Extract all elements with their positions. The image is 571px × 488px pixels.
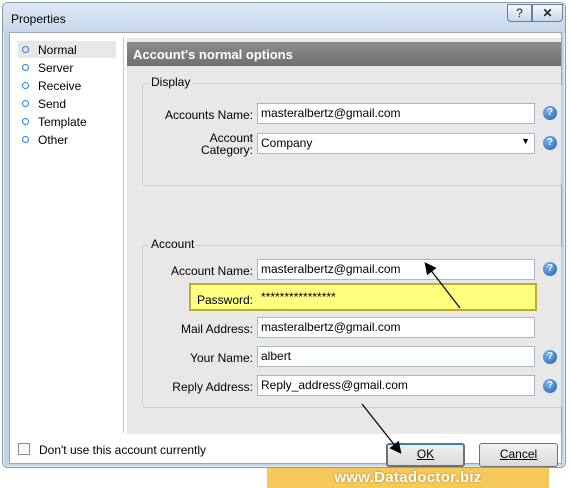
nav-list: Normal Server Receive Send Template Othe… [12, 37, 124, 433]
mail-address-label: Mail Address: [180, 322, 253, 336]
nav-item-template[interactable]: Template [18, 113, 116, 130]
nav-item-label: Receive [38, 78, 82, 93]
nav-item-label: Send [38, 96, 67, 111]
your-name-input[interactable]: albert [257, 346, 535, 367]
title-bar: Properties ? ✕ [3, 3, 565, 33]
chevron-down-icon: ▼ [521, 136, 530, 146]
bullet-icon [22, 46, 29, 53]
display-group-title: Display [149, 75, 193, 89]
account-name-input[interactable]: masteralbertz@gmail.com [257, 259, 535, 280]
help-icon[interactable]: ? [543, 350, 557, 364]
password-label: Password: [196, 293, 253, 307]
bullet-icon [22, 64, 29, 71]
ok-button-label: OK [416, 447, 435, 461]
close-button[interactable]: ✕ [532, 4, 563, 22]
account-name-label: Account Name: [170, 264, 253, 278]
mail-address-input[interactable]: masteralbertz@gmail.com [257, 317, 535, 338]
reply-address-label: Reply Address: [172, 380, 253, 394]
nav-item-label: Other [38, 132, 69, 147]
window-title: Properties [11, 12, 66, 26]
options-panel: Account's normal options Display Account… [127, 38, 562, 434]
cancel-button-label: Cancel [499, 447, 538, 461]
account-group-title: Account [149, 237, 197, 251]
bullet-icon [22, 100, 29, 107]
properties-window: Properties ? ✕ Normal Server Receive Sen… [2, 2, 566, 468]
help-icon[interactable]: ? [543, 262, 557, 276]
display-group: Display Accounts Name: masteralbertz@gma… [142, 75, 562, 186]
account-group: Account Account Name: masteralbertz@gmai… [142, 237, 562, 408]
help-icon[interactable]: ? [543, 379, 557, 393]
ok-button[interactable]: OK [386, 443, 465, 467]
help-icon[interactable]: ? [543, 106, 557, 120]
accounts-name-input[interactable]: masteralbertz@gmail.com [257, 103, 535, 124]
bullet-icon [22, 118, 29, 125]
account-category-label-line2: Category: [200, 143, 253, 157]
account-category-value: Company [261, 136, 313, 150]
dont-use-checkbox[interactable] [18, 443, 30, 455]
nav-item-server[interactable]: Server [18, 59, 116, 76]
bullet-icon [22, 82, 29, 89]
website-banner: www.Datadoctor.biz [267, 468, 549, 488]
dont-use-label: Don't use this account currently [39, 443, 207, 457]
nav-item-label: Template [38, 114, 87, 129]
nav-item-receive[interactable]: Receive [18, 77, 116, 94]
your-name-label: Your Name: [190, 351, 253, 365]
close-icon: ✕ [542, 6, 553, 20]
bullet-icon [22, 136, 29, 143]
dialog-client: Normal Server Receive Send Template Othe… [9, 32, 562, 467]
reply-address-input[interactable]: Reply_address@gmail.com [257, 375, 535, 396]
cancel-button[interactable]: Cancel [479, 443, 558, 467]
nav-item-label: Server [38, 60, 74, 75]
accounts-name-label: Accounts Name: [164, 108, 253, 122]
password-input[interactable]: **************** [257, 287, 535, 308]
nav-item-normal[interactable]: Normal [18, 41, 116, 58]
nav-item-send[interactable]: Send [18, 95, 116, 112]
account-category-select[interactable]: Company ▼ [257, 133, 535, 154]
help-button[interactable]: ? [507, 4, 532, 22]
help-icon[interactable]: ? [543, 136, 557, 150]
nav-item-other[interactable]: Other [18, 131, 116, 148]
nav-item-label: Normal [38, 42, 77, 57]
panel-header: Account's normal options [127, 42, 561, 66]
help-icon: ? [516, 6, 523, 20]
